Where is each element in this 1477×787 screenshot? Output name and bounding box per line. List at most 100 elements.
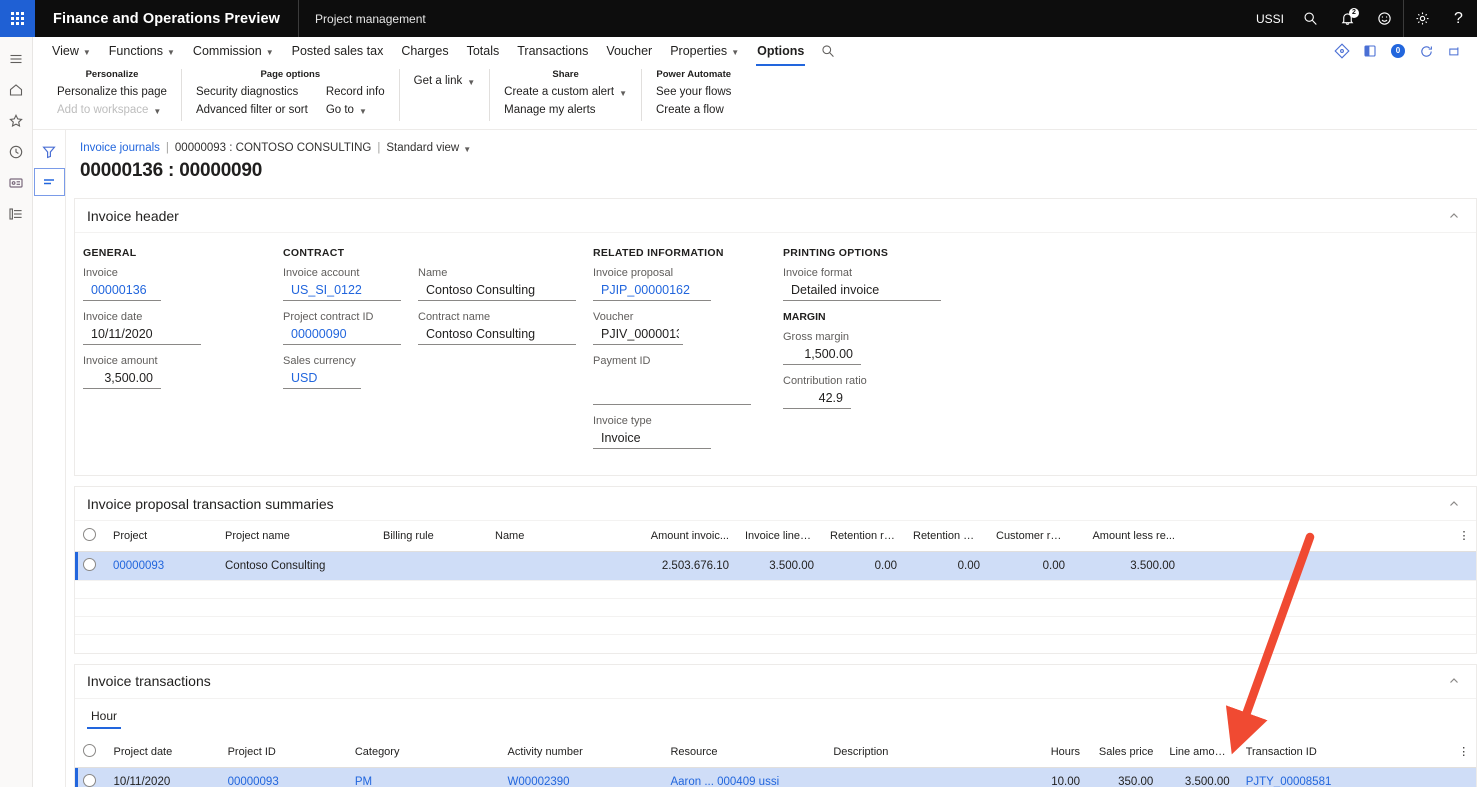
col-retention-released[interactable]: Retention rele...: [822, 521, 905, 552]
tab-view[interactable]: View ▼: [43, 37, 100, 65]
search-button[interactable]: [1292, 0, 1329, 37]
command-create-a-custom-alert[interactable]: Create a custom alert ▼: [504, 86, 627, 98]
project-link[interactable]: 00000093: [113, 560, 164, 572]
cell-category[interactable]: PM: [346, 767, 500, 787]
module-title[interactable]: Project management: [299, 0, 442, 37]
invoice-type-input[interactable]: [593, 429, 711, 449]
breadcrumb-link-invoice-journals[interactable]: Invoice journals: [80, 142, 160, 154]
notifications-button[interactable]: 2: [1329, 0, 1366, 37]
select-all-radio[interactable]: [83, 743, 96, 757]
col-billing-rule[interactable]: Billing rule: [375, 521, 487, 552]
col-project[interactable]: Project: [105, 521, 217, 552]
filter-pane-button[interactable]: [34, 138, 65, 166]
tab-options[interactable]: Options: [748, 37, 813, 66]
feedback-button[interactable]: [1366, 0, 1403, 37]
comments-button[interactable]: 0: [1387, 40, 1409, 62]
cell-line-amount[interactable]: 3.500.00: [1161, 767, 1238, 787]
settings-button[interactable]: [1403, 0, 1440, 37]
col-project-name[interactable]: Project name: [217, 521, 375, 552]
contribution-ratio-input[interactable]: [783, 389, 851, 409]
cell-project[interactable]: 00000093: [105, 551, 217, 581]
cell-sales-price[interactable]: 350.00: [1088, 767, 1162, 787]
resource-link[interactable]: Aaron ... 000409 ussi: [670, 776, 779, 787]
col-project-id[interactable]: Project ID: [219, 736, 347, 768]
gross-margin-input[interactable]: [783, 345, 861, 365]
command-advanced-filter-or-sort[interactable]: Advanced filter or sort: [196, 104, 308, 116]
col-invoice-line-amount[interactable]: Invoice line am...: [737, 521, 822, 552]
cell-description[interactable]: [825, 767, 1029, 787]
col-transaction-id[interactable]: Transaction ID: [1237, 736, 1452, 768]
cell-project-name[interactable]: Contoso Consulting: [217, 551, 375, 581]
project-contract-id-input[interactable]: [283, 325, 401, 345]
cell-resource[interactable]: Aaron ... 000409 ussi: [662, 767, 826, 787]
cell-customer-retainage[interactable]: 0.00: [988, 551, 1073, 581]
row-select-cell[interactable]: [75, 551, 105, 581]
select-all-radio[interactable]: [83, 528, 96, 541]
invoice-format-input[interactable]: [783, 281, 941, 301]
col-retention-percent[interactable]: Retention perc...: [905, 521, 988, 552]
subtab-hour[interactable]: Hour: [87, 707, 122, 729]
row-select-cell[interactable]: [75, 767, 106, 787]
command-create-a-flow[interactable]: Create a flow: [656, 104, 731, 116]
project-id-link[interactable]: 00000093: [228, 776, 279, 787]
category-link[interactable]: PM: [355, 776, 372, 787]
col-description[interactable]: Description: [825, 736, 1029, 768]
cell-project-date[interactable]: 10/11/2020: [105, 767, 220, 787]
section-header[interactable]: Invoice header: [75, 199, 1476, 233]
sidebar-item-modules[interactable]: [0, 198, 33, 229]
cell-hours[interactable]: 10.00: [1028, 767, 1089, 787]
tab-totals[interactable]: Totals: [458, 37, 509, 65]
col-project-date[interactable]: Project date: [105, 736, 220, 768]
sidebar-item-workspaces[interactable]: [0, 167, 33, 198]
invoice-amount-input[interactable]: [83, 369, 161, 389]
company-indicator[interactable]: USSI: [1248, 0, 1292, 37]
col-category[interactable]: Category: [346, 736, 500, 768]
sales-currency-input[interactable]: [283, 369, 361, 389]
invoice-account-input[interactable]: [283, 281, 401, 301]
command-go-to[interactable]: Go to ▼: [326, 104, 385, 116]
cell-name[interactable]: [487, 551, 642, 581]
app-launcher-button[interactable]: [0, 0, 35, 37]
cell-invoice-line-amount[interactable]: 3.500.00: [737, 551, 822, 581]
row-select-radio[interactable]: [83, 558, 96, 571]
summaries-grid-options-button[interactable]: ⋮: [1452, 521, 1476, 552]
command-see-your-flows[interactable]: See your flows: [656, 86, 731, 98]
table-row[interactable]: 10/11/2020 00000093 PM W00002390 Aaron .…: [75, 767, 1476, 787]
tab-commission[interactable]: Commission ▼: [184, 37, 283, 65]
col-amount-invoiced[interactable]: Amount invoic...: [642, 521, 737, 552]
command-get-a-link[interactable]: Get a link ▼: [414, 75, 476, 87]
cell-billing-rule[interactable]: [375, 551, 487, 581]
cell-transaction-id[interactable]: PJTY_00008581: [1237, 767, 1452, 787]
select-all-header[interactable]: [75, 736, 106, 768]
section-header[interactable]: Invoice transactions: [75, 665, 1476, 699]
table-row[interactable]: 00000093 Contoso Consulting 2.503.676.10…: [75, 551, 1476, 581]
tab-functions[interactable]: Functions ▼: [100, 37, 184, 65]
cell-amount-less-retention[interactable]: 3.500.00: [1073, 551, 1183, 581]
col-amount-less-retention[interactable]: Amount less re...: [1073, 521, 1183, 552]
invoice-date-input[interactable]: [83, 325, 201, 345]
help-button[interactable]: ?: [1440, 0, 1477, 37]
refresh-button[interactable]: [1415, 40, 1437, 62]
action-search-button[interactable]: [813, 44, 843, 58]
col-activity-number[interactable]: Activity number: [499, 736, 663, 768]
collapse-transactions-button[interactable]: [1444, 671, 1464, 691]
transactions-grid-options-button[interactable]: ⋮: [1451, 736, 1476, 768]
col-line-amount[interactable]: Line amount: [1161, 736, 1238, 768]
invoice-proposal-input[interactable]: [593, 281, 711, 301]
collapse-summaries-button[interactable]: [1444, 494, 1464, 514]
sidebar-item-recent[interactable]: [0, 136, 33, 167]
tab-posted-sales-tax[interactable]: Posted sales tax: [283, 37, 393, 65]
row-select-radio[interactable]: [83, 773, 96, 787]
col-sales-price[interactable]: Sales price: [1088, 736, 1162, 768]
cell-amount-invoiced[interactable]: 2.503.676.10: [642, 551, 737, 581]
section-header[interactable]: Invoice proposal transaction summaries: [75, 487, 1476, 521]
tab-charges[interactable]: Charges: [392, 37, 457, 65]
command-manage-my-alerts[interactable]: Manage my alerts: [504, 104, 627, 116]
col-customer-retainage[interactable]: Customer retai...: [988, 521, 1073, 552]
command-personalize-this-page[interactable]: Personalize this page: [57, 86, 167, 98]
cell-activity-number[interactable]: W00002390: [499, 767, 663, 787]
tab-properties[interactable]: Properties ▼: [661, 37, 748, 65]
name-input[interactable]: [418, 281, 576, 301]
select-all-header[interactable]: [75, 521, 105, 552]
lines-pane-button[interactable]: [33, 168, 65, 196]
